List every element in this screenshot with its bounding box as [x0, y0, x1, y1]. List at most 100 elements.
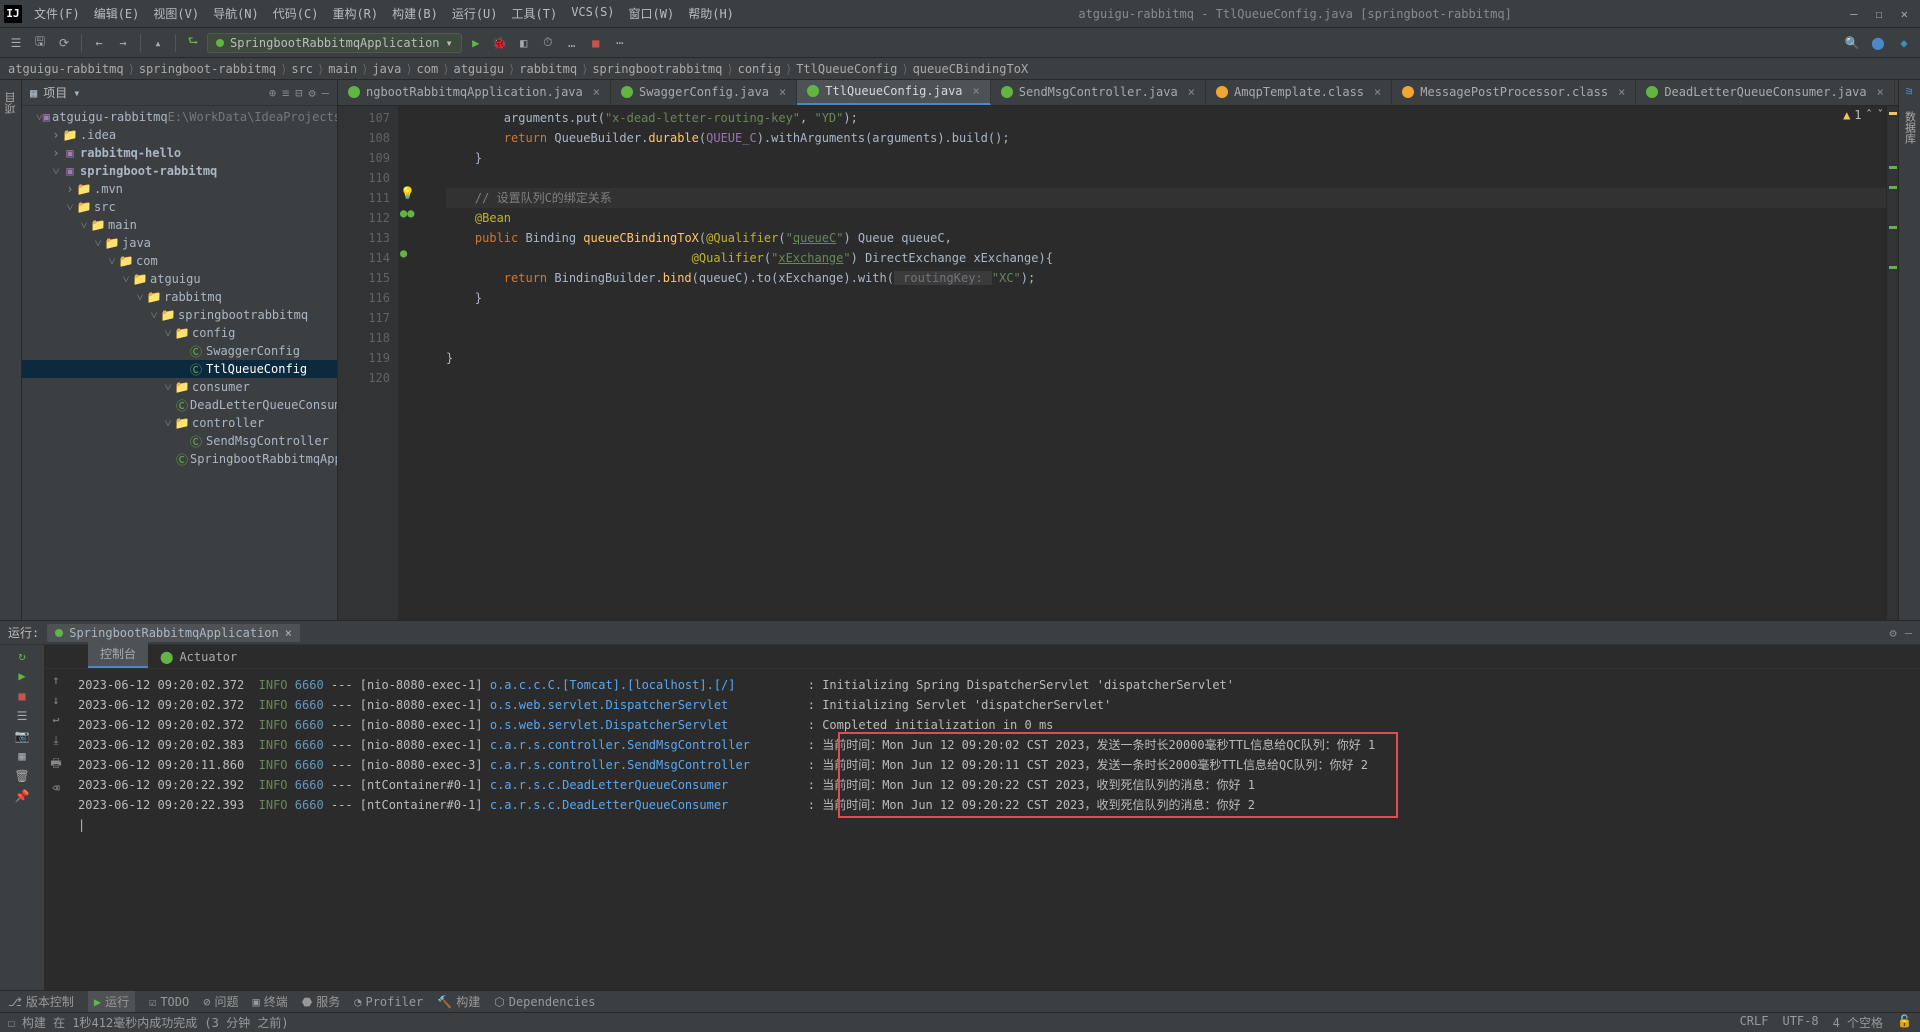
run-button[interactable]: ▶: [18, 669, 25, 683]
tree-row[interactable]: ›▣rabbitmq-hello: [22, 144, 337, 162]
tree-row[interactable]: ›📁.idea: [22, 126, 337, 144]
more-button[interactable]: ⋯: [610, 33, 630, 53]
tree-row[interactable]: ˅📁rabbitmq: [22, 288, 337, 306]
run-tab[interactable]: SpringbootRabbitmqApplication ×: [47, 624, 300, 642]
menu-item[interactable]: VCS(S): [565, 2, 620, 25]
pin-icon[interactable]: 📌: [15, 789, 30, 803]
select-opened-icon[interactable]: ⊕: [269, 86, 276, 100]
breadcrumb-item[interactable]: config: [738, 62, 781, 76]
tree-row[interactable]: ˅📁springbootrabbitmq: [22, 306, 337, 324]
editor-tab[interactable]: DeadLetterQueueConsumer.java×: [1636, 80, 1895, 105]
terminal-tool-button[interactable]: ▣ 终端: [252, 993, 287, 1010]
hide-icon[interactable]: —: [322, 86, 329, 100]
menu-item[interactable]: 运行(U): [446, 2, 504, 25]
close-icon[interactable]: ×: [1374, 85, 1381, 99]
expand-icon[interactable]: ≡: [282, 86, 289, 100]
maximize-button[interactable]: ☐: [1876, 7, 1883, 21]
build-icon[interactable]: ▴: [148, 33, 168, 53]
close-icon[interactable]: ×: [285, 626, 292, 640]
close-icon[interactable]: ×: [779, 85, 786, 99]
close-icon[interactable]: ×: [973, 84, 980, 98]
ide-icon[interactable]: ◆: [1894, 33, 1914, 53]
tree-row[interactable]: ˅📁src: [22, 198, 337, 216]
tree-row[interactable]: ˅📁java: [22, 234, 337, 252]
settings-icon[interactable]: ⚙: [309, 86, 316, 100]
debug-button[interactable]: 🐞: [490, 33, 510, 53]
breadcrumb-item[interactable]: springboot-rabbitmq: [139, 62, 276, 76]
trash-icon[interactable]: 🗑: [14, 769, 29, 783]
menu-item[interactable]: 帮助(H): [682, 2, 740, 25]
forward-icon[interactable]: →: [113, 33, 133, 53]
run-config-selector[interactable]: SpringbootRabbitmqApplication ▾: [207, 33, 462, 53]
editor-tab[interactable]: SwaggerConfig.java×: [611, 80, 797, 105]
editor-tab[interactable]: AmqpTemplate.class×: [1206, 80, 1392, 105]
refresh-icon[interactable]: ⟳: [54, 33, 74, 53]
close-button[interactable]: ✕: [1901, 7, 1908, 21]
tree-row[interactable]: ⒸDeadLetterQueueConsumer: [22, 396, 337, 414]
tree-row[interactable]: ›📁.mvn: [22, 180, 337, 198]
project-collapse-icon[interactable]: ▦: [30, 86, 37, 100]
tree-row[interactable]: ˅📁consumer: [22, 378, 337, 396]
profile-button[interactable]: ⏱: [538, 33, 558, 53]
breadcrumb-item[interactable]: com: [417, 62, 439, 76]
breadcrumb-item[interactable]: atguigu: [453, 62, 504, 76]
services-tool-button[interactable]: ⬣ 服务: [302, 993, 341, 1010]
menu-item[interactable]: 工具(T): [506, 2, 564, 25]
tree-row[interactable]: ˅📁config: [22, 324, 337, 342]
close-icon[interactable]: ×: [1877, 85, 1884, 99]
todo-tool-button[interactable]: ☑ TODO: [149, 995, 189, 1009]
menu-item[interactable]: 窗口(W): [623, 2, 681, 25]
breadcrumb-item[interactable]: rabbitmq: [519, 62, 577, 76]
menu-item[interactable]: 文件(F): [28, 2, 86, 25]
scroll-icon[interactable]: ⤓: [53, 733, 58, 748]
run-tool-button[interactable]: ▶ 运行: [88, 991, 135, 1012]
chevron-down-icon[interactable]: ▾: [73, 86, 80, 100]
menu-item[interactable]: 重构(R): [326, 2, 384, 25]
settings-icon[interactable]: ⚙: [1890, 626, 1897, 640]
clear-icon[interactable]: ⌫: [52, 781, 59, 795]
menu-item[interactable]: 视图(V): [147, 2, 205, 25]
project-tool-tab[interactable]: 项目: [1, 84, 21, 122]
close-icon[interactable]: ×: [1188, 85, 1195, 99]
menu-item[interactable]: 代码(C): [267, 2, 325, 25]
updates-icon[interactable]: ⬤: [1868, 33, 1888, 53]
up-icon[interactable]: ↑: [52, 673, 59, 687]
rerun-button[interactable]: ↻: [18, 649, 25, 663]
attach-button[interactable]: …: [562, 33, 582, 53]
layout-icon[interactable]: ▦: [18, 749, 25, 763]
profiler-tool-button[interactable]: ◔ Profiler: [354, 995, 423, 1009]
problems-tool-button[interactable]: ⊘ 问题: [203, 993, 238, 1010]
dump-button[interactable]: ☰: [17, 709, 28, 723]
camera-icon[interactable]: 📷: [15, 729, 30, 743]
console-output[interactable]: 2023-06-12 09:20:02.372 INFO 6660 --- [n…: [68, 669, 1920, 990]
breadcrumb-item[interactable]: queueCBindingToX: [913, 62, 1029, 76]
line-ending[interactable]: CRLF: [1740, 1014, 1769, 1031]
actuator-tab[interactable]: ⬤Actuator: [148, 646, 249, 668]
editor-tab[interactable]: TtlQueueConfig.java×: [797, 80, 991, 105]
breadcrumb-item[interactable]: springbootrabbitmq: [592, 62, 722, 76]
error-stripe[interactable]: [1886, 106, 1898, 620]
close-icon[interactable]: ×: [593, 85, 600, 99]
stop-button[interactable]: ■: [18, 689, 25, 703]
breadcrumb-item[interactable]: src: [291, 62, 313, 76]
deps-tool-button[interactable]: ⬡ Dependencies: [494, 995, 595, 1009]
back-icon[interactable]: ←: [89, 33, 109, 53]
readonly-icon[interactable]: 🔓: [1897, 1014, 1912, 1031]
code-editor[interactable]: arguments.put("x-dead-letter-routing-key…: [398, 106, 1886, 620]
run-button[interactable]: ▶: [466, 33, 486, 53]
select-icon[interactable]: ⮑: [183, 33, 203, 53]
close-icon[interactable]: ×: [1618, 85, 1625, 99]
hide-icon[interactable]: —: [1905, 626, 1912, 640]
indent[interactable]: 4 个空格: [1833, 1014, 1883, 1031]
tree-row[interactable]: ⒸSpringbootRabbitmqApplication: [22, 450, 337, 468]
print-icon[interactable]: 🖶: [50, 754, 61, 775]
menu-item[interactable]: 编辑(E): [88, 2, 146, 25]
collapse-icon[interactable]: ⊟: [295, 86, 302, 100]
tree-row[interactable]: ˅▣atguigu-rabbitmq E:\WorkData\IdeaProje…: [22, 108, 337, 126]
breadcrumb-item[interactable]: java: [372, 62, 401, 76]
down-icon[interactable]: ↓: [52, 693, 59, 707]
vcs-tool-button[interactable]: ⎇ 版本控制: [8, 993, 74, 1010]
open-icon[interactable]: ☰: [6, 33, 26, 53]
project-tree[interactable]: ˅▣atguigu-rabbitmq E:\WorkData\IdeaProje…: [22, 106, 337, 620]
editor-tab[interactable]: MessagePostProcessor.class×: [1392, 80, 1636, 105]
